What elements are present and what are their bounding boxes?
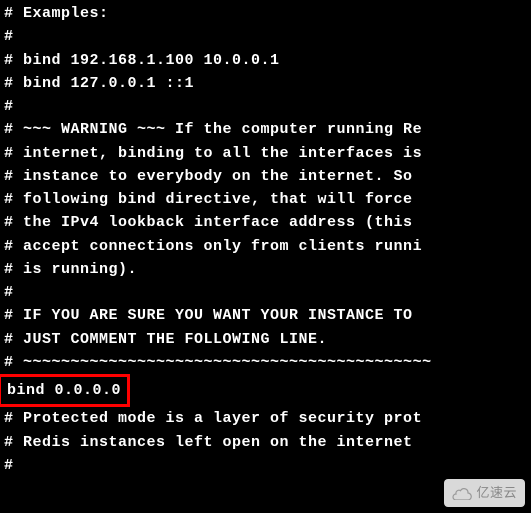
config-line: # JUST COMMENT THE FOLLOWING LINE. [4,328,527,351]
config-line: # Examples: [4,2,527,25]
config-line: # the IPv4 lookback interface address (t… [4,211,527,234]
config-line: # Protected mode is a layer of security … [4,407,527,430]
config-line: # Redis instances left open on the inter… [4,431,527,454]
config-line: # internet, binding to all the interface… [4,142,527,165]
cloud-icon [452,486,472,500]
config-line: # IF YOU ARE SURE YOU WANT YOUR INSTANCE… [4,304,527,327]
config-line: # accept connections only from clients r… [4,235,527,258]
config-line: # [4,95,527,118]
terminal-content: # Examples: # # bind 192.168.1.100 10.0.… [4,2,527,477]
highlighted-bind-directive: bind 0.0.0.0 [0,374,130,407]
watermark-text: 亿速云 [476,483,517,503]
config-line: # ~~~ WARNING ~~~ If the computer runnin… [4,118,527,141]
config-line: # ~~~~~~~~~~~~~~~~~~~~~~~~~~~~~~~~~~~~~~… [4,351,527,374]
config-line: # [4,281,527,304]
watermark-badge: 亿速云 [444,479,525,507]
config-line: # is running). [4,258,527,281]
config-line: # bind 192.168.1.100 10.0.0.1 [4,49,527,72]
config-line: # instance to everybody on the internet.… [4,165,527,188]
config-line: # bind 127.0.0.1 ::1 [4,72,527,95]
bind-directive-text: bind 0.0.0.0 [7,382,121,399]
config-line: # following bind directive, that will fo… [4,188,527,211]
config-line: # [4,25,527,48]
config-line: # [4,454,527,477]
